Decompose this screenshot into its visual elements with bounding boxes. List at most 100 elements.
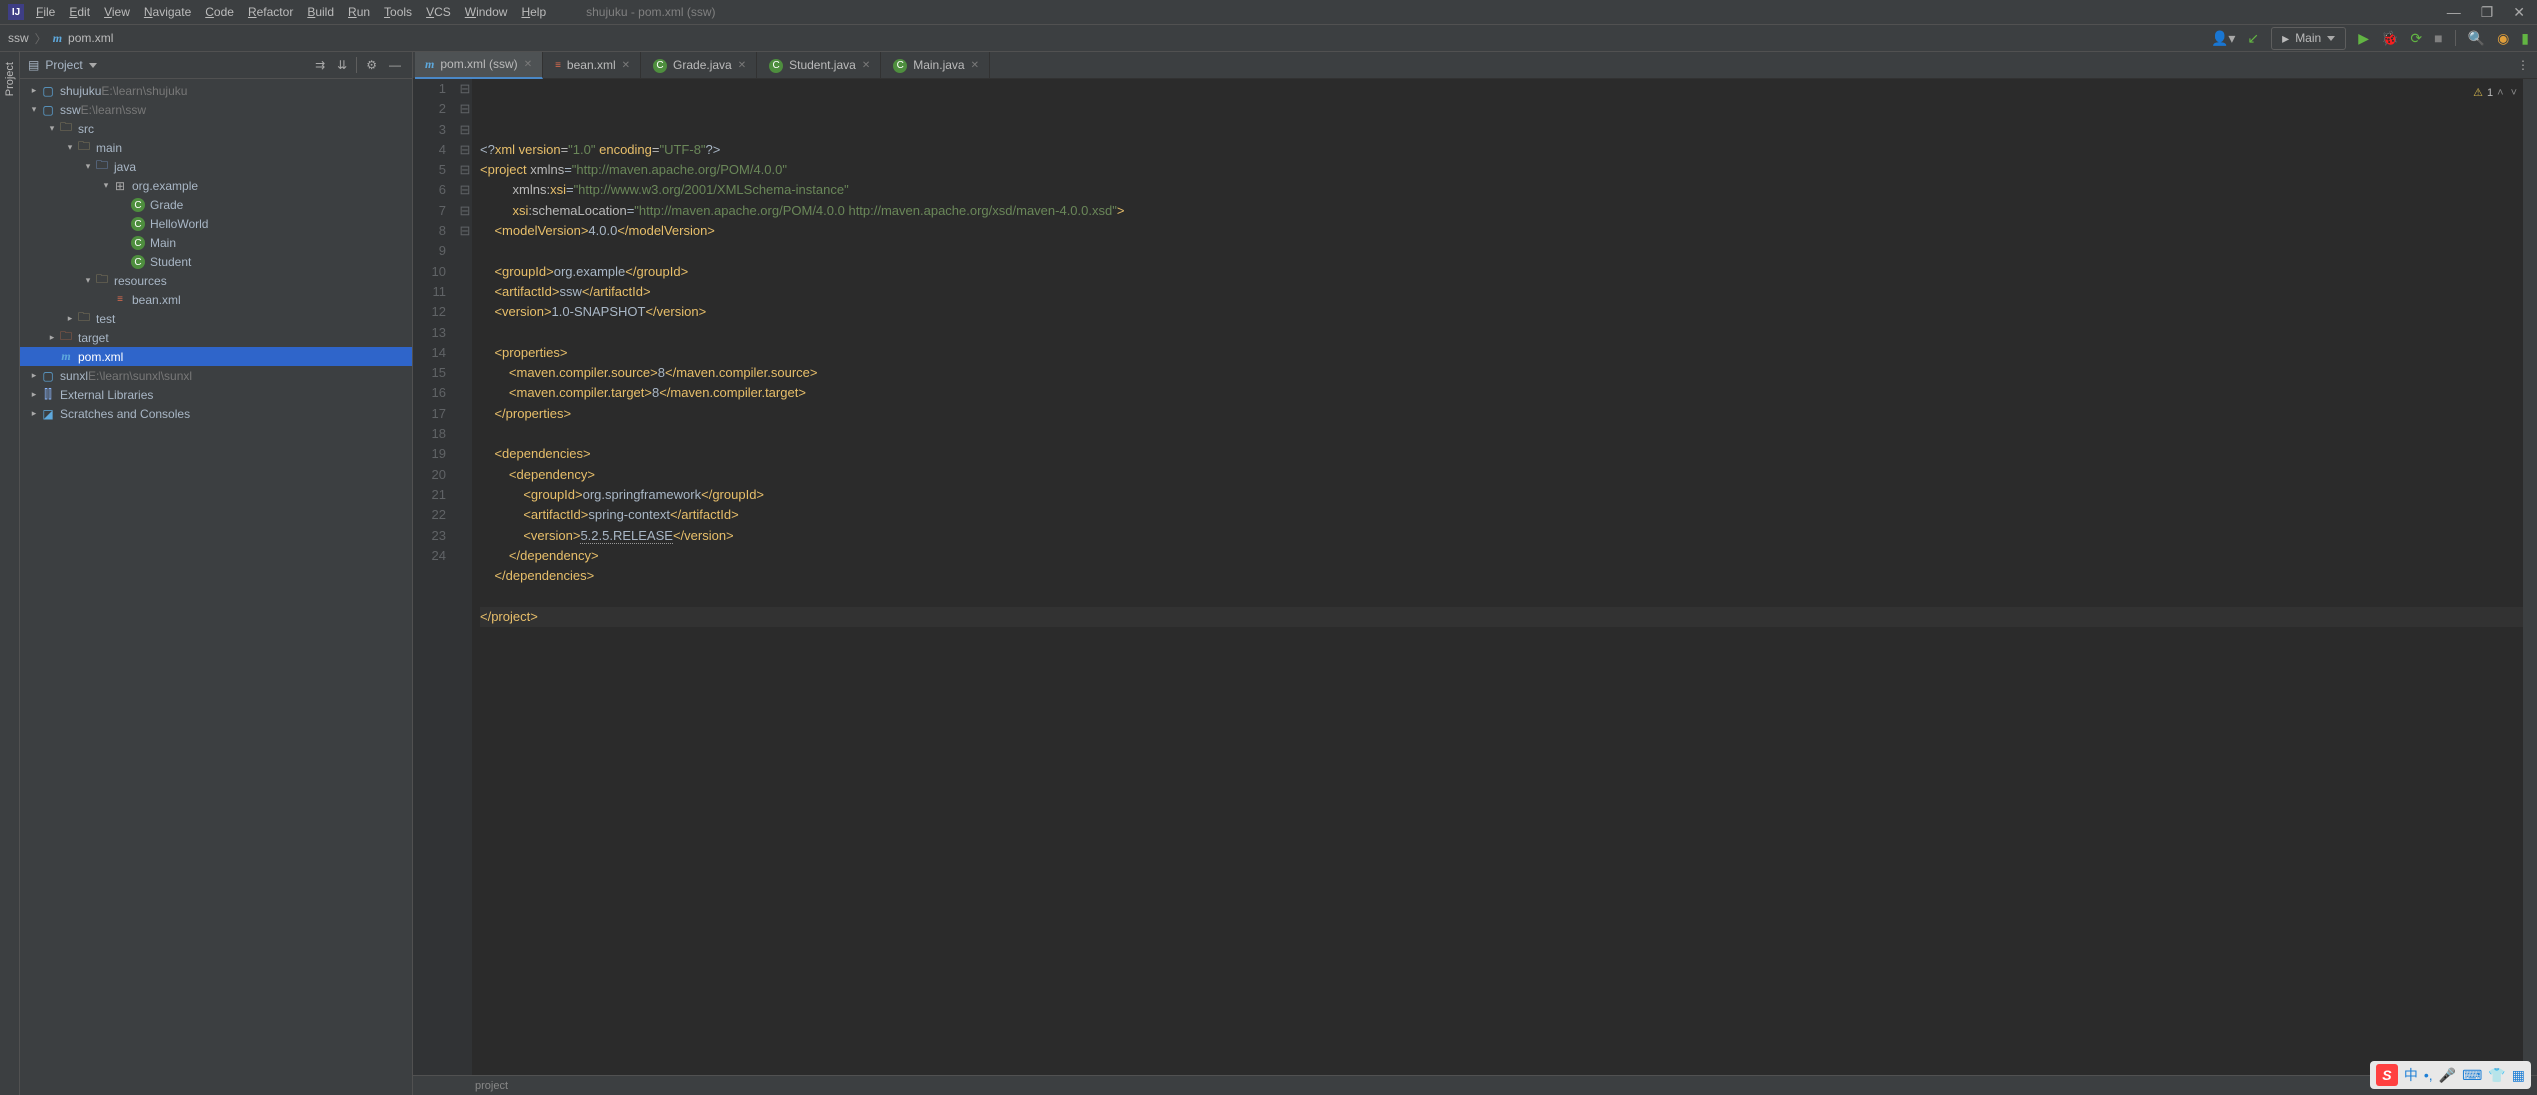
close-tab-icon[interactable]: ✕	[862, 60, 870, 71]
breadcrumb[interactable]: ssw 〉 m pom.xml	[8, 30, 113, 47]
code-line-22[interactable]: </dependencies>	[480, 566, 2537, 586]
tree-node-scratches-and-consoles[interactable]: ▸◪Scratches and Consoles	[20, 404, 412, 423]
code-line-15[interactable]	[480, 424, 2537, 444]
menu-item-help[interactable]: Help	[521, 5, 546, 19]
tree-arrow-icon[interactable]: ▸	[64, 313, 76, 324]
menu-item-vcs[interactable]: VCS	[426, 5, 451, 19]
menu-item-build[interactable]: Build	[307, 5, 334, 19]
tree-node-external-libraries[interactable]: ▸⫿⫿External Libraries	[20, 385, 412, 404]
menu-item-tools[interactable]: Tools	[384, 5, 412, 19]
menu-item-edit[interactable]: Edit	[69, 5, 90, 19]
maximize-button[interactable]: ❐	[2481, 4, 2494, 21]
inspection-widget[interactable]: ⚠ 1 ˄ ˅	[2473, 83, 2519, 103]
tree-arrow-icon[interactable]: ▸	[28, 85, 40, 96]
tree-node-target[interactable]: ▸🗀target	[20, 328, 412, 347]
run-button[interactable]: ▶	[2358, 30, 2369, 47]
code-line-5[interactable]: <modelVersion>4.0.0</modelVersion>	[480, 221, 2537, 241]
ime-lang-icon[interactable]: 中	[2404, 1065, 2418, 1085]
code-line-18[interactable]: <groupId>org.springframework</groupId>	[480, 485, 2537, 505]
tree-arrow-icon[interactable]: ▸	[28, 408, 40, 419]
ide-settings-icon[interactable]: ▮	[2521, 30, 2529, 47]
ime-skin-icon[interactable]: 👕	[2488, 1067, 2505, 1084]
tree-node-pom-xml[interactable]: mpom.xml	[20, 347, 412, 366]
editor-breadcrumb[interactable]: project	[413, 1075, 2537, 1095]
menu-item-run[interactable]: Run	[348, 5, 370, 19]
editor-tab-main-java[interactable]: CMain.java✕	[883, 52, 990, 79]
menu-item-view[interactable]: View	[104, 5, 130, 19]
code-line-19[interactable]: <artifactId>spring-context</artifactId>	[480, 505, 2537, 525]
tabs-overflow-icon[interactable]: ⋮	[2517, 58, 2537, 72]
sogou-ime-icon[interactable]: S	[2376, 1064, 2398, 1086]
expand-all-icon[interactable]: ⇊	[334, 58, 350, 72]
close-tab-icon[interactable]: ✕	[971, 60, 979, 71]
code-line-24[interactable]: </project>	[480, 607, 2537, 627]
project-tree[interactable]: ▸▢shujuku E:\learn\shujuku▾▢ssw E:\learn…	[20, 79, 412, 1095]
tree-arrow-icon[interactable]: ▾	[82, 275, 94, 286]
ime-tool-icon[interactable]: ▦	[2512, 1067, 2525, 1084]
close-tab-icon[interactable]: ✕	[524, 59, 532, 70]
code-line-12[interactable]: <maven.compiler.source>8</maven.compiler…	[480, 363, 2537, 383]
editor-tab-grade-java[interactable]: CGrade.java✕	[643, 52, 757, 79]
code-line-10[interactable]	[480, 323, 2537, 343]
editor-body[interactable]: 123456789101112131415161718192021222324 …	[413, 79, 2537, 1075]
tree-arrow-icon[interactable]: ▾	[46, 123, 58, 134]
tree-node-main[interactable]: ▾🗀main	[20, 138, 412, 157]
update-icon[interactable]: ◉	[2497, 30, 2509, 47]
close-window-button[interactable]: ✕	[2513, 4, 2525, 21]
git-pull-icon[interactable]: ↙	[2247, 30, 2259, 47]
code-line-2[interactable]: <project xmlns="http://maven.apache.org/…	[480, 160, 2537, 180]
code-line-6[interactable]	[480, 241, 2537, 261]
tree-node-src[interactable]: ▾🗀src	[20, 119, 412, 138]
code-line-14[interactable]: </properties>	[480, 404, 2537, 424]
add-user-icon[interactable]: 👤▾	[2211, 30, 2235, 47]
minimize-button[interactable]: —	[2447, 4, 2461, 21]
code-line-20[interactable]: <version>5.2.5.RELEASE</version>	[480, 526, 2537, 546]
tree-node-sunxl[interactable]: ▸▢sunxl E:\learn\sunxl\sunxl	[20, 366, 412, 385]
fold-gutter[interactable]: ⊟⊟⊟⊟⊟⊟⊟⊟	[458, 79, 472, 1075]
tree-node-main[interactable]: CMain	[20, 233, 412, 252]
tree-node-helloworld[interactable]: CHelloWorld	[20, 214, 412, 233]
menu-item-refactor[interactable]: Refactor	[248, 5, 293, 19]
menu-item-window[interactable]: Window	[465, 5, 508, 19]
tree-arrow-icon[interactable]: ▾	[100, 180, 112, 191]
tree-node-resources[interactable]: ▾🗀resources	[20, 271, 412, 290]
code-line-17[interactable]: <dependency>	[480, 465, 2537, 485]
tree-node-ssw[interactable]: ▾▢ssw E:\learn\ssw	[20, 100, 412, 119]
hide-panel-icon[interactable]: —	[386, 58, 404, 72]
tree-arrow-icon[interactable]: ▸	[28, 370, 40, 381]
ime-punct-icon[interactable]: •,	[2424, 1067, 2433, 1083]
code-line-7[interactable]: <groupId>org.example</groupId>	[480, 262, 2537, 282]
updown-arrows-icon[interactable]: ˄ ˅	[2497, 83, 2519, 103]
tree-arrow-icon[interactable]: ▾	[82, 161, 94, 172]
code-line-3[interactable]: xmlns:xsi="http://www.w3.org/2001/XMLSch…	[480, 180, 2537, 200]
code-line-11[interactable]: <properties>	[480, 343, 2537, 363]
tree-node-student[interactable]: CStudent	[20, 252, 412, 271]
settings-gear-icon[interactable]: ⚙	[363, 58, 380, 72]
project-panel-title[interactable]: Project	[45, 58, 82, 72]
editor-tab-pom-xml-ssw-[interactable]: mpom.xml (ssw)✕	[415, 52, 543, 79]
menu-item-navigate[interactable]: Navigate	[144, 5, 191, 19]
breadcrumb-root[interactable]: ssw	[8, 31, 29, 45]
stop-button[interactable]: ■	[2434, 30, 2442, 46]
editor-scrollbar[interactable]	[2523, 79, 2537, 1075]
ime-voice-icon[interactable]: 🎤	[2439, 1067, 2456, 1084]
run-configuration-selector[interactable]: ▸ Main	[2271, 27, 2346, 50]
code-content[interactable]: ⚠ 1 ˄ ˅ <?xml version="1.0" encoding="UT…	[472, 79, 2537, 1075]
menu-item-code[interactable]: Code	[205, 5, 234, 19]
code-line-16[interactable]: <dependencies>	[480, 444, 2537, 464]
code-line-9[interactable]: <version>1.0-SNAPSHOT</version>	[480, 302, 2537, 322]
code-line-4[interactable]: xsi:schemaLocation="http://maven.apache.…	[480, 201, 2537, 221]
close-tab-icon[interactable]: ✕	[738, 60, 746, 71]
search-everywhere-button[interactable]: 🔍	[2468, 30, 2485, 47]
project-toolwindow-button[interactable]: Project	[4, 62, 16, 96]
tree-node-org-example[interactable]: ▾⊞org.example	[20, 176, 412, 195]
debug-button[interactable]: 🐞	[2381, 30, 2398, 47]
tree-node-test[interactable]: ▸🗀test	[20, 309, 412, 328]
tree-arrow-icon[interactable]: ▾	[64, 142, 76, 153]
editor-tab-bean-xml[interactable]: ≡bean.xml✕	[545, 52, 641, 79]
code-line-21[interactable]: </dependency>	[480, 546, 2537, 566]
code-line-1[interactable]: <?xml version="1.0" encoding="UTF-8"?>	[480, 140, 2537, 160]
chevron-down-icon[interactable]	[89, 63, 97, 68]
code-line-23[interactable]	[480, 586, 2537, 606]
tree-node-bean-xml[interactable]: ≡bean.xml	[20, 290, 412, 309]
